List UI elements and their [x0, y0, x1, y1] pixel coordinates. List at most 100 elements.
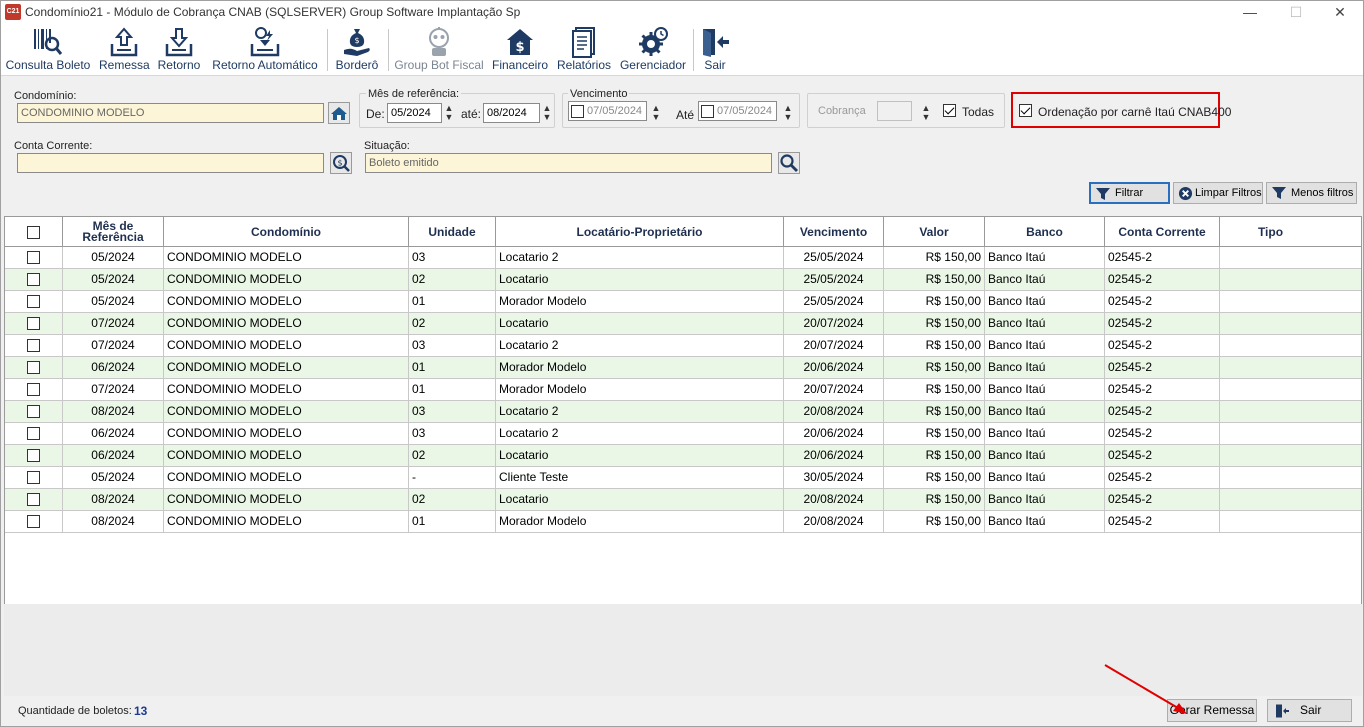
cell-mes-referencia: 05/2024	[63, 467, 164, 489]
limpar-filtros-button[interactable]: Limpar Filtros	[1173, 182, 1263, 204]
situacao-field[interactable]: Boleto emitido	[365, 153, 772, 173]
header-locatario[interactable]: Locatário-Proprietário	[496, 217, 784, 247]
maximize-button[interactable]: ☐	[1273, 1, 1319, 24]
cell-mes-referencia: 06/2024	[63, 423, 164, 445]
sair-toolbar-label: Sair	[704, 58, 726, 72]
row-select-cell	[5, 379, 63, 401]
search-icon	[780, 154, 798, 172]
cell-unidade: 01	[409, 379, 496, 401]
cell-conta-corrente: 02545-2	[1105, 269, 1220, 291]
row-checkbox[interactable]	[27, 449, 40, 462]
cell-vencimento: 20/06/2024	[784, 423, 884, 445]
header-tipo[interactable]: Tipo	[1220, 217, 1321, 247]
condominio-field[interactable]: CONDOMINIO MODELO	[17, 103, 324, 123]
row-checkbox[interactable]	[27, 339, 40, 352]
row-checkbox[interactable]	[27, 405, 40, 418]
table-row[interactable]: 06/2024 CONDOMINIO MODELO 03 Locatario 2 20/…	[5, 423, 1361, 445]
table-row[interactable]: 06/2024 CONDOMINIO MODELO 01 Morador Modelo…	[5, 357, 1361, 379]
vencimento-ate-spinner[interactable]: ▲ ▼	[783, 104, 793, 124]
row-checkbox[interactable]	[27, 427, 40, 440]
table-row[interactable]: 08/2024 CONDOMINIO MODELO 01 Morador Modelo…	[5, 511, 1361, 533]
retorno-automatico-button[interactable]: Retorno Automático	[209, 26, 321, 74]
row-select-cell	[5, 335, 63, 357]
remessa-button[interactable]: Remessa	[99, 26, 150, 74]
svg-text:$: $	[337, 159, 342, 168]
filtrar-button[interactable]: Filtrar	[1089, 182, 1170, 204]
vencimento-ate-checkbox[interactable]	[701, 105, 714, 118]
cell-banco: Banco Itaú	[985, 269, 1105, 291]
situacao-label: Situação:	[364, 140, 410, 152]
header-mes-referencia[interactable]: Mês de Referência	[63, 217, 164, 247]
row-checkbox[interactable]	[27, 317, 40, 330]
financeiro-button[interactable]: $ Financeiro	[491, 26, 549, 74]
gerenciador-button[interactable]: Gerenciador	[619, 26, 687, 74]
cell-mes-referencia: 05/2024	[63, 291, 164, 313]
cell-mes-referencia: 08/2024	[63, 401, 164, 423]
cell-tipo	[1220, 357, 1361, 379]
cell-valor: R$ 150,00	[884, 489, 985, 511]
header-vencimento[interactable]: Vencimento	[784, 217, 884, 247]
mes-ate-field[interactable]: 08/2024	[483, 103, 540, 123]
minimize-button[interactable]: —	[1227, 1, 1273, 24]
cell-condominio: CONDOMINIO MODELO	[164, 335, 409, 357]
mes-de-spinner[interactable]: ▲ ▼	[444, 104, 454, 124]
row-checkbox[interactable]	[27, 295, 40, 308]
conta-corrente-lookup-button[interactable]: $	[330, 152, 352, 174]
relatorios-button[interactable]: Relatórios	[555, 26, 613, 74]
header-valor[interactable]: Valor	[884, 217, 985, 247]
row-checkbox[interactable]	[27, 361, 40, 374]
row-checkbox[interactable]	[27, 273, 40, 286]
retorno-button[interactable]: Retorno	[156, 26, 202, 74]
table-row[interactable]: 07/2024 CONDOMINIO MODELO 01 Morador Modelo…	[5, 379, 1361, 401]
boletos-grid: Mês de Referência Condomínio Unidade Loc…	[4, 216, 1362, 606]
row-checkbox[interactable]	[27, 471, 40, 484]
gear-clock-icon	[639, 27, 668, 56]
condominio-lookup-button[interactable]	[328, 102, 350, 124]
cell-conta-corrente: 02545-2	[1105, 379, 1220, 401]
situacao-lookup-button[interactable]	[778, 152, 800, 174]
bordero-button[interactable]: $ Borderô	[333, 26, 381, 74]
table-row[interactable]: 06/2024 CONDOMINIO MODELO 02 Locatario 20/06…	[5, 445, 1361, 467]
cell-locatario: Locatario	[496, 445, 784, 467]
row-checkbox[interactable]	[27, 251, 40, 264]
table-row[interactable]: 08/2024 CONDOMINIO MODELO 03 Locatario 2 20/…	[5, 401, 1361, 423]
table-row[interactable]: 05/2024 CONDOMINIO MODELO 03 Locatario 2 25/…	[5, 247, 1361, 269]
table-row[interactable]: 05/2024 CONDOMINIO MODELO - Cliente Teste 30…	[5, 467, 1361, 489]
barcode-search-icon	[34, 29, 63, 55]
row-checkbox[interactable]	[27, 515, 40, 528]
close-button[interactable]: ✕	[1317, 1, 1363, 24]
table-row[interactable]: 05/2024 CONDOMINIO MODELO 02 Locatario 25/05…	[5, 269, 1361, 291]
todas-checkbox[interactable]	[943, 104, 956, 117]
table-row[interactable]: 08/2024 CONDOMINIO MODELO 02 Locatario 20/08…	[5, 489, 1361, 511]
header-conta-corrente[interactable]: Conta Corrente	[1105, 217, 1220, 247]
menos-filtros-button[interactable]: Menos filtros	[1266, 182, 1357, 204]
cell-conta-corrente: 02545-2	[1105, 291, 1220, 313]
robot-icon	[429, 27, 449, 56]
conta-corrente-field[interactable]	[17, 153, 324, 173]
row-checkbox[interactable]	[27, 383, 40, 396]
cell-mes-referencia: 06/2024	[63, 445, 164, 467]
vencimento-de-spinner[interactable]: ▲ ▼	[651, 104, 661, 124]
cell-tipo	[1220, 313, 1361, 335]
cobranca-spinner[interactable]: ▲ ▼	[921, 104, 931, 124]
header-condominio[interactable]: Condomínio	[164, 217, 409, 247]
group-bot-fiscal-button[interactable]: Group Bot Fiscal	[393, 26, 485, 74]
header-unidade[interactable]: Unidade	[409, 217, 496, 247]
consulta-boleto-button[interactable]: Consulta Boleto	[5, 26, 91, 74]
table-row[interactable]: 07/2024 CONDOMINIO MODELO 02 Locatario 20/07…	[5, 313, 1361, 335]
header-banco[interactable]: Banco	[985, 217, 1105, 247]
sair-button[interactable]: Sair	[1267, 699, 1352, 722]
mes-ate-spinner[interactable]: ▲ ▼	[542, 104, 552, 124]
row-select-cell	[5, 269, 63, 291]
select-all-checkbox[interactable]	[27, 225, 40, 239]
row-checkbox[interactable]	[27, 493, 40, 506]
table-row[interactable]: 05/2024 CONDOMINIO MODELO 01 Morador Modelo…	[5, 291, 1361, 313]
sair-toolbar-button[interactable]: Sair	[699, 26, 731, 74]
cell-mes-referencia: 07/2024	[63, 313, 164, 335]
ordenacao-checkbox[interactable]	[1019, 104, 1032, 117]
svg-text:$: $	[354, 36, 359, 45]
table-row[interactable]: 07/2024 CONDOMINIO MODELO 03 Locatario 2 20/…	[5, 335, 1361, 357]
cell-unidade: 03	[409, 423, 496, 445]
vencimento-de-checkbox[interactable]	[571, 105, 584, 118]
mes-de-field[interactable]: 05/2024	[387, 103, 442, 123]
